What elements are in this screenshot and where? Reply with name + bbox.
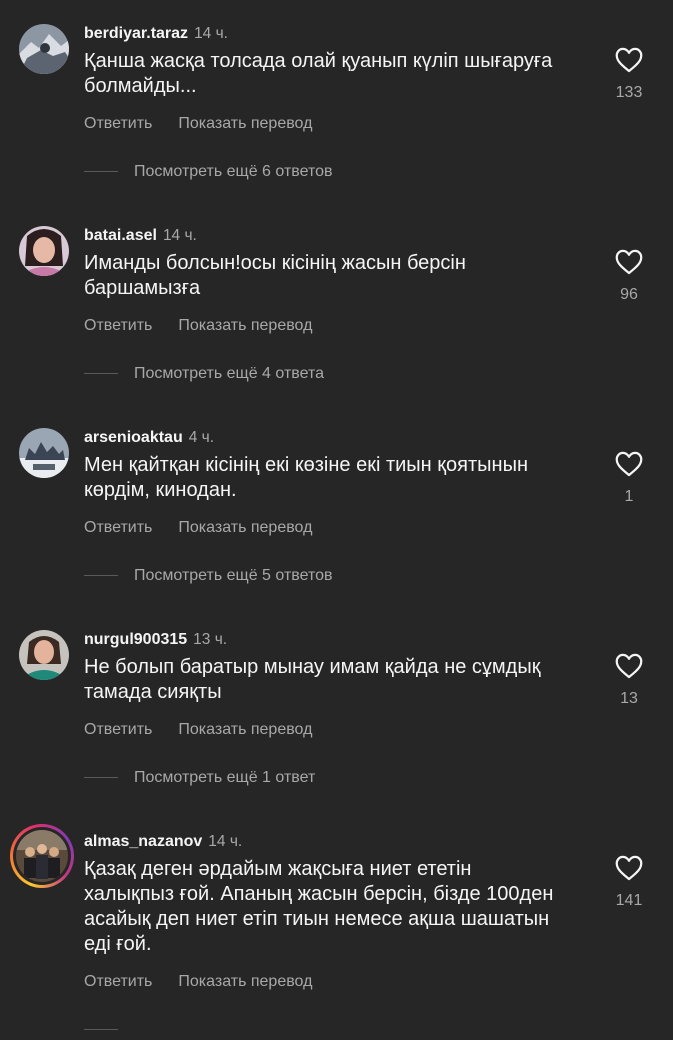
heart-outline-icon[interactable] (615, 653, 643, 679)
timestamp: 13 ч. (193, 631, 228, 648)
comment-text: Қазақ деген әрдайым жақсыға ниет ететін … (84, 858, 554, 955)
view-replies-button[interactable]: Посмотреть ещё 4 ответа (84, 364, 324, 384)
username[interactable]: berdiyar.taraz (84, 25, 188, 42)
comment-header: berdiyar.taraz 14 ч. (84, 24, 228, 44)
view-replies-button[interactable]: Посмотреть ещё 1 ответ (84, 768, 315, 788)
comment-actions: Ответить Показать перевод (84, 316, 338, 336)
reply-button[interactable]: Ответить (84, 973, 152, 990)
timestamp: 14 ч. (208, 833, 243, 850)
username[interactable]: nurgul900315 (84, 631, 187, 648)
comment-header: almas_nazanov 14 ч. (84, 832, 242, 852)
like-count: 1 (624, 488, 634, 505)
avatar[interactable] (19, 630, 69, 680)
like-count: 13 (620, 690, 638, 707)
replies-divider (84, 575, 118, 577)
timestamp: 14 ч. (162, 227, 197, 244)
reply-button[interactable]: Ответить (84, 721, 152, 738)
reply-button[interactable]: Ответить (84, 317, 152, 334)
comment-header: nurgul900315 13 ч. (84, 630, 227, 650)
replies-divider (84, 1029, 118, 1031)
heart-outline-icon[interactable] (615, 451, 643, 477)
translate-button[interactable]: Показать перевод (178, 519, 312, 536)
username[interactable]: almas_nazanov (84, 833, 202, 850)
comment-text: Мен қайтқан кісінің екі көзіне екі тиын … (84, 454, 528, 501)
heart-outline-icon[interactable] (615, 249, 643, 275)
avatar[interactable] (19, 226, 69, 276)
story-ring (13, 827, 71, 885)
view-replies-label: Посмотреть ещё 6 ответов (134, 163, 333, 180)
comment-actions: Ответить Показать перевод (84, 114, 338, 134)
comment-text: Қанша жасқа толсада олай қуанып күліп шы… (84, 50, 553, 97)
avatar[interactable] (10, 824, 74, 888)
username[interactable]: arsenioaktau (84, 429, 183, 446)
like-count: 133 (615, 84, 643, 101)
heart-outline-icon[interactable] (615, 47, 643, 73)
translate-button[interactable]: Показать перевод (178, 115, 312, 132)
translate-button[interactable]: Показать перевод (178, 317, 312, 334)
view-replies-label: Посмотреть ещё 5 ответов (134, 567, 333, 584)
view-replies-button[interactable]: Посмотреть ещё 6 ответов (84, 162, 333, 182)
comment-text: Иманды болсын!осы кісінің жасын берсін б… (84, 252, 466, 299)
replies-divider (84, 171, 118, 173)
username[interactable]: batai.asel (84, 227, 157, 244)
view-replies-button[interactable]: Посмотреть ещё 5 ответов (84, 566, 333, 586)
avatar[interactable] (19, 24, 69, 74)
comment-actions: Ответить Показать перевод (84, 518, 338, 538)
avatar-image (16, 830, 68, 882)
view-replies-label: Посмотреть ещё 1 ответ (134, 769, 316, 786)
translate-button[interactable]: Показать перевод (178, 973, 312, 990)
heart-outline-icon[interactable] (615, 855, 643, 881)
view-replies-button[interactable] (84, 1020, 134, 1040)
translate-button[interactable]: Показать перевод (178, 721, 312, 738)
replies-divider (84, 373, 118, 375)
comment-actions: Ответить Показать перевод (84, 972, 338, 992)
avatar[interactable] (19, 428, 69, 478)
reply-button[interactable]: Ответить (84, 519, 152, 536)
replies-divider (84, 777, 118, 779)
comment-header: arsenioaktau 4 ч. (84, 428, 214, 448)
like-count: 141 (615, 892, 643, 909)
reply-button[interactable]: Ответить (84, 115, 152, 132)
comment-text: Не болып баратыр мынау имам қайда не сұм… (84, 656, 541, 703)
timestamp: 4 ч. (188, 429, 215, 446)
view-replies-label: Посмотреть ещё 4 ответа (134, 365, 325, 382)
like-count: 96 (620, 286, 638, 303)
comment-header: batai.asel 14 ч. (84, 226, 197, 246)
comment-actions: Ответить Показать перевод (84, 720, 338, 740)
timestamp: 14 ч. (194, 25, 228, 42)
